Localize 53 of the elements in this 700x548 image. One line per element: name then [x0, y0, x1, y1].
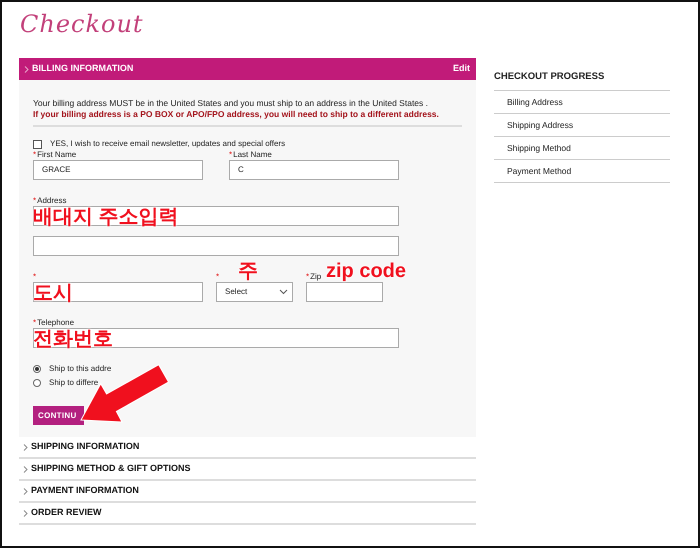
progress-item[interactable]: Shipping Address	[494, 114, 670, 138]
caret-icon	[279, 289, 288, 295]
section-title[interactable]: BILLING INFORMATION	[32, 62, 453, 76]
input-field[interactable]	[33, 236, 399, 256]
field-label: Address	[37, 196, 66, 205]
page-title: Checkout	[19, 9, 145, 40]
annotation-text: 주	[238, 260, 258, 282]
field-label: First Name	[37, 150, 76, 159]
input-field[interactable]	[33, 282, 203, 302]
chevron-icon	[24, 66, 29, 72]
required-mark: *	[33, 318, 36, 327]
required-mark: *	[306, 272, 310, 281]
required-mark: *	[33, 150, 36, 159]
required-mark: *	[33, 272, 36, 281]
annotation-text: 전화번호	[33, 328, 113, 350]
radio-button[interactable]	[33, 365, 41, 373]
required-mark: *	[216, 272, 220, 281]
input-field[interactable]	[33, 206, 399, 226]
newsletter-label: YES, I wish to receive email newsletter, updates and special offers	[50, 139, 286, 149]
select-value: Select	[225, 286, 248, 298]
annotation-text: 도시	[33, 282, 73, 304]
input-field[interactable]: GRACE	[33, 160, 203, 180]
section-title[interactable]: PAYMENT INFORMATION	[31, 484, 139, 498]
warning-text: If your billing address is a PO BOX or APO/FPO address, you will need to ship to a different address.	[33, 109, 440, 120]
input-field[interactable]	[306, 282, 383, 302]
progress-item[interactable]: Shipping Method	[494, 137, 670, 160]
radio-label: Ship to this addre	[49, 364, 112, 374]
field-label: Telephone	[37, 318, 74, 327]
input-field[interactable]: C	[229, 160, 399, 180]
required-mark: *	[33, 196, 36, 205]
progress-title: CHECKOUT PROGRESS	[494, 62, 670, 92]
progress-item[interactable]: Payment Method	[494, 160, 670, 184]
section-title[interactable]: ORDER REVIEW	[31, 506, 102, 520]
section-title[interactable]: SHIPPING METHOD & GIFT OPTIONS	[31, 462, 191, 476]
state-select[interactable]: Select	[216, 282, 293, 302]
chevron-icon	[23, 444, 28, 450]
notice-text: Your billing address MUST be in the United States and you must ship to an address in the United States .	[33, 98, 430, 109]
section-title[interactable]: SHIPPING INFORMATION	[31, 440, 140, 454]
annotation-text: zip code	[326, 260, 406, 282]
progress-item[interactable]: Billing Address	[494, 91, 670, 114]
edit-link[interactable]: Edit	[453, 62, 470, 76]
input-field[interactable]	[33, 328, 399, 348]
field-label: Last Name	[233, 150, 272, 159]
newsletter-checkbox[interactable]	[33, 140, 42, 148]
chevron-icon	[23, 510, 28, 516]
field-label: Zip	[310, 272, 322, 281]
annotation-text: 배대지 주소입력	[33, 206, 179, 228]
radio-label: Ship to differe	[49, 378, 98, 388]
required-mark: *	[229, 150, 232, 159]
continue-button[interactable]: CONTINU	[33, 406, 84, 425]
chevron-icon	[23, 466, 28, 472]
radio-button[interactable]	[33, 379, 41, 387]
chevron-icon	[23, 488, 28, 494]
